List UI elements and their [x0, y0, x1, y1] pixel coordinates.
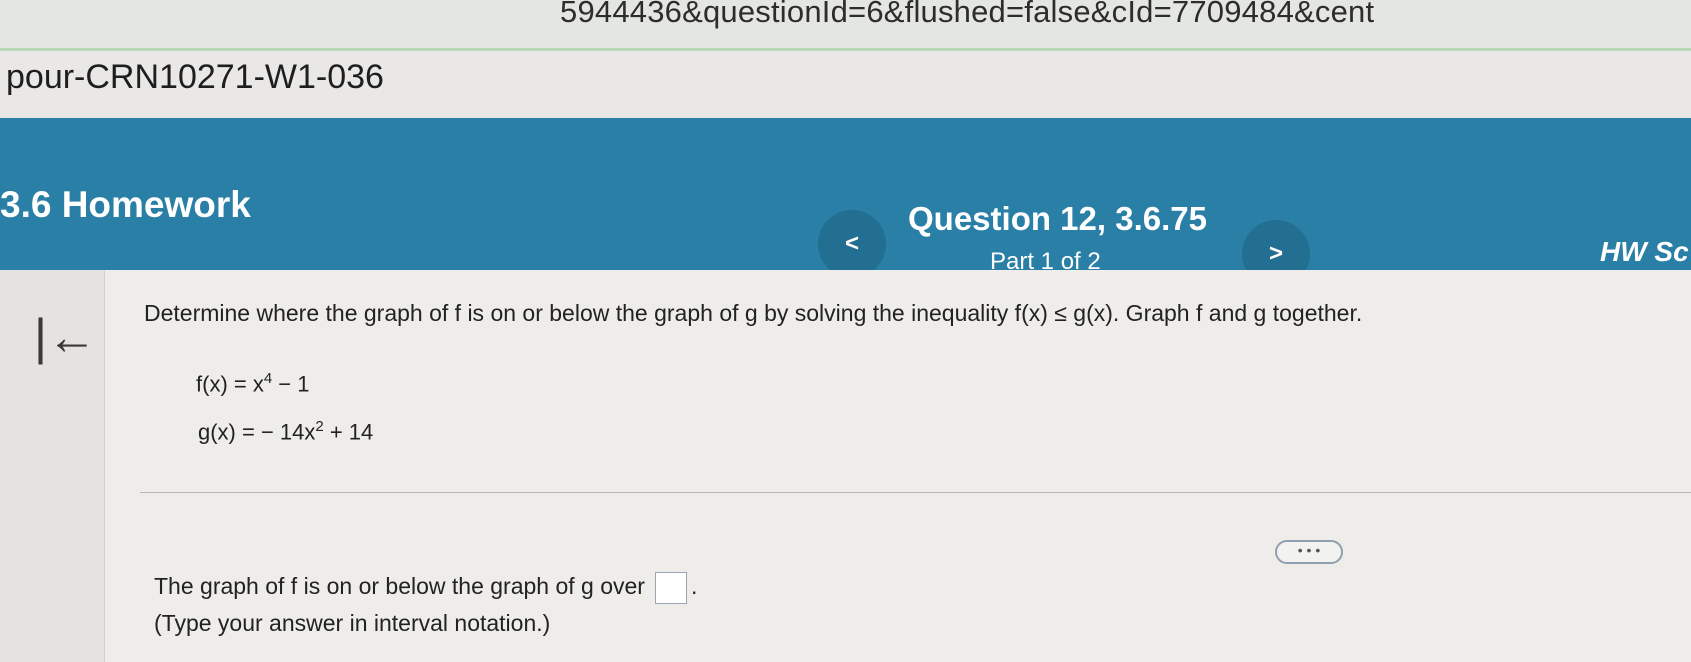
function-g: g(x) = − 14x2 + 14	[198, 418, 373, 445]
more-options-button[interactable]: • • •	[1275, 540, 1343, 564]
f-lhs: f(x) = x	[196, 371, 264, 397]
question-label: Question 12, 3.6.75	[908, 200, 1207, 237]
browser-url-bar[interactable]: 5944436&questionId=6&flushed=false&cId=7…	[0, 0, 1691, 51]
g-exponent: 2	[315, 418, 324, 435]
first-question-icon[interactable]: |←	[34, 312, 97, 362]
assignment-title: pour-CRN10271-W1-036	[6, 58, 384, 96]
answer-period: .	[690, 573, 698, 600]
answer-statement: The graph of f is on or below the graph …	[154, 572, 697, 604]
function-f: f(x) = x4 − 1	[196, 370, 310, 397]
side-navigation: |←	[0, 270, 105, 662]
question-content: Determine where the graph of f is on or …	[0, 270, 1691, 662]
previous-question-button[interactable]: <	[818, 210, 886, 278]
homework-title: 3.6 Homework	[0, 184, 251, 225]
f-rhs: − 1	[272, 371, 310, 397]
answer-input[interactable]	[654, 572, 687, 604]
question-prompt: Determine where the graph of f is on or …	[144, 300, 1363, 326]
answer-statement-text: The graph of f is on or below the graph …	[154, 573, 645, 600]
hw-score-label[interactable]: HW Sc	[1600, 236, 1689, 268]
g-lhs: g(x) = − 14x	[198, 419, 316, 445]
url-text[interactable]: 5944436&questionId=6&flushed=false&cId=7…	[560, 0, 1374, 30]
f-exponent: 4	[263, 370, 273, 387]
section-divider	[140, 492, 1691, 493]
g-rhs: + 14	[323, 419, 374, 445]
answer-hint: (Type your answer in interval notation.)	[154, 610, 551, 636]
